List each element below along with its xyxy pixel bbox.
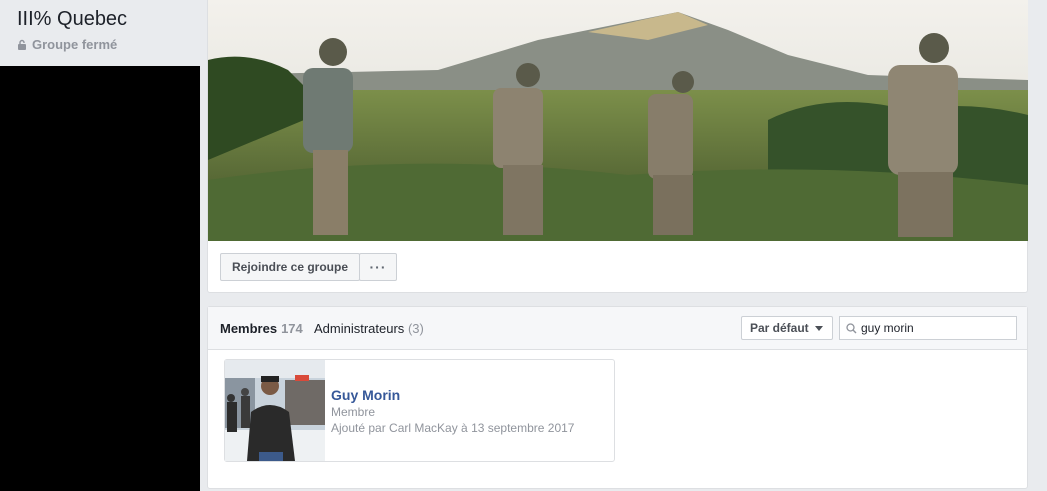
member-role: Membre — [331, 405, 376, 419]
member-profile-photo[interactable] — [225, 360, 325, 461]
member-name-link[interactable]: Guy Morin — [331, 387, 400, 403]
members-header: Membres 174 Administrateurs (3) Par défau… — [208, 307, 1027, 350]
cover-photo[interactable] — [208, 0, 1028, 241]
join-group-button[interactable]: Rejoindre ce groupe — [220, 253, 360, 281]
member-search-input[interactable] — [861, 321, 1011, 335]
search-icon — [846, 322, 857, 333]
sort-label: Par défaut — [750, 321, 809, 335]
lock-icon — [18, 39, 26, 50]
cover-card: Rejoindre ce groupe ··· — [207, 0, 1028, 293]
admins-count: (3) — [407, 321, 424, 336]
tab-members[interactable]: Membres 174 — [220, 321, 303, 336]
member-result-card[interactable]: Guy Morin Membre Ajouté par Carl MacKay … — [224, 359, 615, 462]
privacy-label: Groupe fermé — [32, 37, 118, 52]
tab-admins-label: Administrateurs — [314, 321, 405, 336]
members-card: Membres 174 Administrateurs (3) Par défau… — [207, 306, 1028, 489]
member-search-field[interactable] — [839, 316, 1017, 340]
tab-members-label: Membres — [220, 321, 278, 336]
more-options-button[interactable]: ··· — [359, 253, 397, 281]
group-title[interactable]: III% Quebec — [17, 8, 127, 31]
member-added-info: Ajouté par Carl MacKay à 13 septembre 20… — [331, 421, 575, 435]
sort-dropdown[interactable]: Par défaut — [741, 316, 833, 340]
members-count: 174 — [281, 321, 303, 336]
group-privacy: Groupe fermé — [17, 37, 117, 52]
redacted-area — [0, 66, 200, 491]
group-sidebar: III% Quebec Groupe fermé — [0, 0, 200, 491]
tab-administrators[interactable]: Administrateurs (3) — [314, 321, 424, 336]
chevron-down-icon — [814, 325, 823, 331]
